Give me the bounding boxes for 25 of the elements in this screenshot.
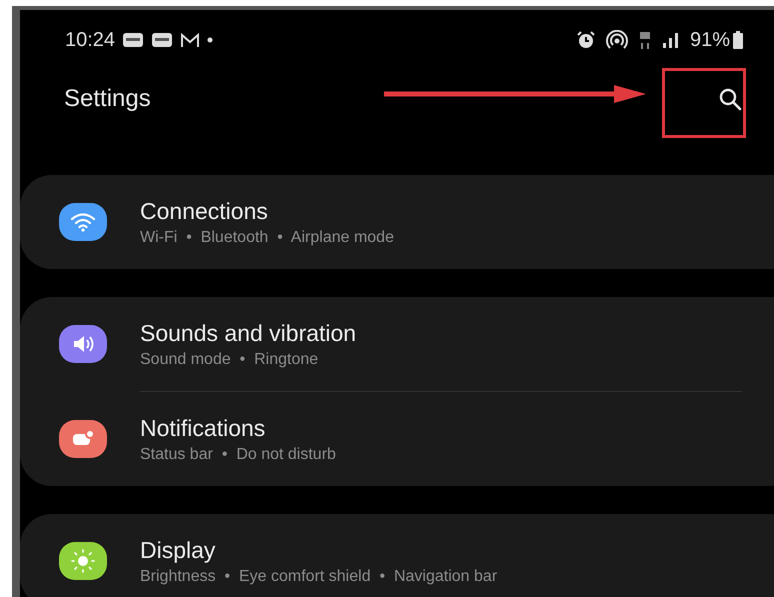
- alarm-icon: [576, 30, 596, 50]
- network-icon: [638, 30, 652, 50]
- settings-item[interactable]: Connections Wi-Fi • Bluetooth • Airplane mode: [20, 175, 774, 269]
- hotspot-icon: [606, 30, 628, 50]
- item-subtitle: Status bar • Do not disturb: [140, 446, 336, 464]
- item-title: Display: [140, 536, 216, 564]
- item-title: Sounds and vibration: [140, 320, 356, 346]
- search-icon: [718, 87, 742, 111]
- battery-percentage: 91%: [690, 28, 730, 52]
- message-icon: [122, 32, 144, 48]
- page-title: Settings: [64, 85, 151, 113]
- item-title: Connections: [140, 198, 269, 224]
- message-icon: [151, 32, 174, 48]
- clock-time: 10:24: [65, 28, 116, 52]
- dot-icon: [207, 37, 214, 43]
- item-subtitle: Brightness • Eye comfort shield • Navigation bar: [140, 568, 498, 586]
- settings-item[interactable]: Display Brightness • Eye comfort shield • Navigation bar: [20, 514, 774, 597]
- mail-icon: [180, 32, 200, 48]
- signal-icon: [662, 32, 680, 48]
- settings-item[interactable]: Notifications Status bar • Do not disturb: [20, 392, 774, 486]
- item-subtitle: Wi-Fi • Bluetooth • Airplane mode: [140, 228, 394, 246]
- battery-icon: [732, 31, 744, 49]
- item-subtitle: Sound mode • Ringtone: [140, 350, 320, 368]
- item-title: Notifications: [140, 414, 266, 442]
- settings-item[interactable]: Sounds and vibration Sound mode • Ringtone: [20, 297, 774, 391]
